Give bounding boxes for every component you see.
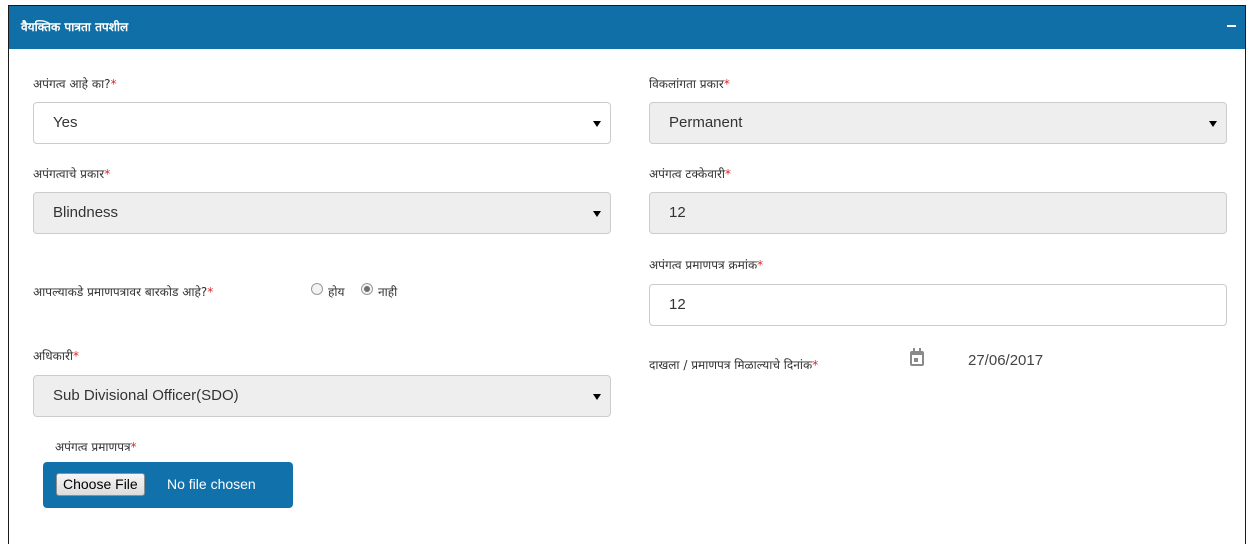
barcode-question-label: आपल्याकडे प्रमाणपत्रावर बारकोड आहे?*: [33, 285, 214, 299]
handicap-type-label: विकलांगता प्रकार*: [649, 77, 730, 91]
required-mark: *: [73, 349, 79, 363]
handicap-type-select[interactable]: Permanent: [649, 102, 1227, 144]
disability-percentage-label: अपंगत्व टक्केवारी*: [649, 167, 732, 181]
certificate-date-label: दाखला / प्रमाणपत्र मिळाल्याचे दिनांक*: [649, 358, 819, 372]
handicap-type-select-value: Permanent: [669, 114, 743, 131]
certificate-file-input[interactable]: Choose File No file chosen: [43, 462, 293, 508]
certificate-date-value[interactable]: 27/06/2017: [968, 352, 1043, 369]
disability-label: अपंगत्व आहे का?*: [33, 77, 117, 91]
disability-type-select-value: Blindness: [53, 204, 119, 221]
disability-percentage-value: 12: [669, 204, 686, 221]
disability-percentage-input[interactable]: 12: [649, 192, 1227, 234]
required-mark: *: [104, 167, 111, 181]
required-mark: *: [207, 285, 214, 299]
minus-icon[interactable]: [1227, 25, 1236, 27]
barcode-no-radio[interactable]: [361, 283, 373, 295]
required-mark: *: [725, 167, 732, 181]
certificate-number-value: 12: [669, 296, 686, 313]
file-status-text: No file chosen: [167, 476, 256, 492]
certificate-file-label: अपंगत्व प्रमाणपत्र*: [55, 440, 137, 454]
required-mark: *: [812, 358, 819, 372]
panel-title: वैयक्तिक पात्रता तपशील: [21, 20, 129, 34]
barcode-yes-radio[interactable]: [311, 283, 323, 295]
disability-select[interactable]: Yes: [33, 102, 611, 144]
barcode-yes-label: होय: [328, 285, 345, 299]
required-mark: *: [130, 440, 137, 454]
calendar-icon[interactable]: [910, 348, 924, 366]
choose-file-button[interactable]: Choose File: [56, 473, 145, 496]
officer-select[interactable]: Sub Divisional Officer(SDO): [33, 375, 611, 417]
caret-down-icon: [593, 211, 601, 217]
caret-down-icon: [593, 121, 601, 127]
disability-type-select[interactable]: Blindness: [33, 192, 611, 234]
panel-header: वैयक्तिक पात्रता तपशील: [9, 6, 1245, 49]
officer-label: अधिकारी*: [33, 349, 79, 363]
certificate-number-label: अपंगत्व प्रमाणपत्र क्रमांक*: [649, 258, 764, 272]
disability-type-label: अपंगत्वाचे प्रकार*: [33, 167, 111, 181]
required-mark: *: [110, 77, 117, 91]
certificate-number-input[interactable]: 12: [649, 284, 1227, 326]
officer-select-value: Sub Divisional Officer(SDO): [53, 387, 239, 404]
caret-down-icon: [593, 394, 601, 400]
caret-down-icon: [1209, 121, 1217, 127]
disability-select-value: Yes: [53, 114, 78, 131]
required-mark: *: [723, 77, 730, 91]
required-mark: *: [757, 258, 764, 272]
barcode-no-label: नाही: [378, 285, 398, 299]
